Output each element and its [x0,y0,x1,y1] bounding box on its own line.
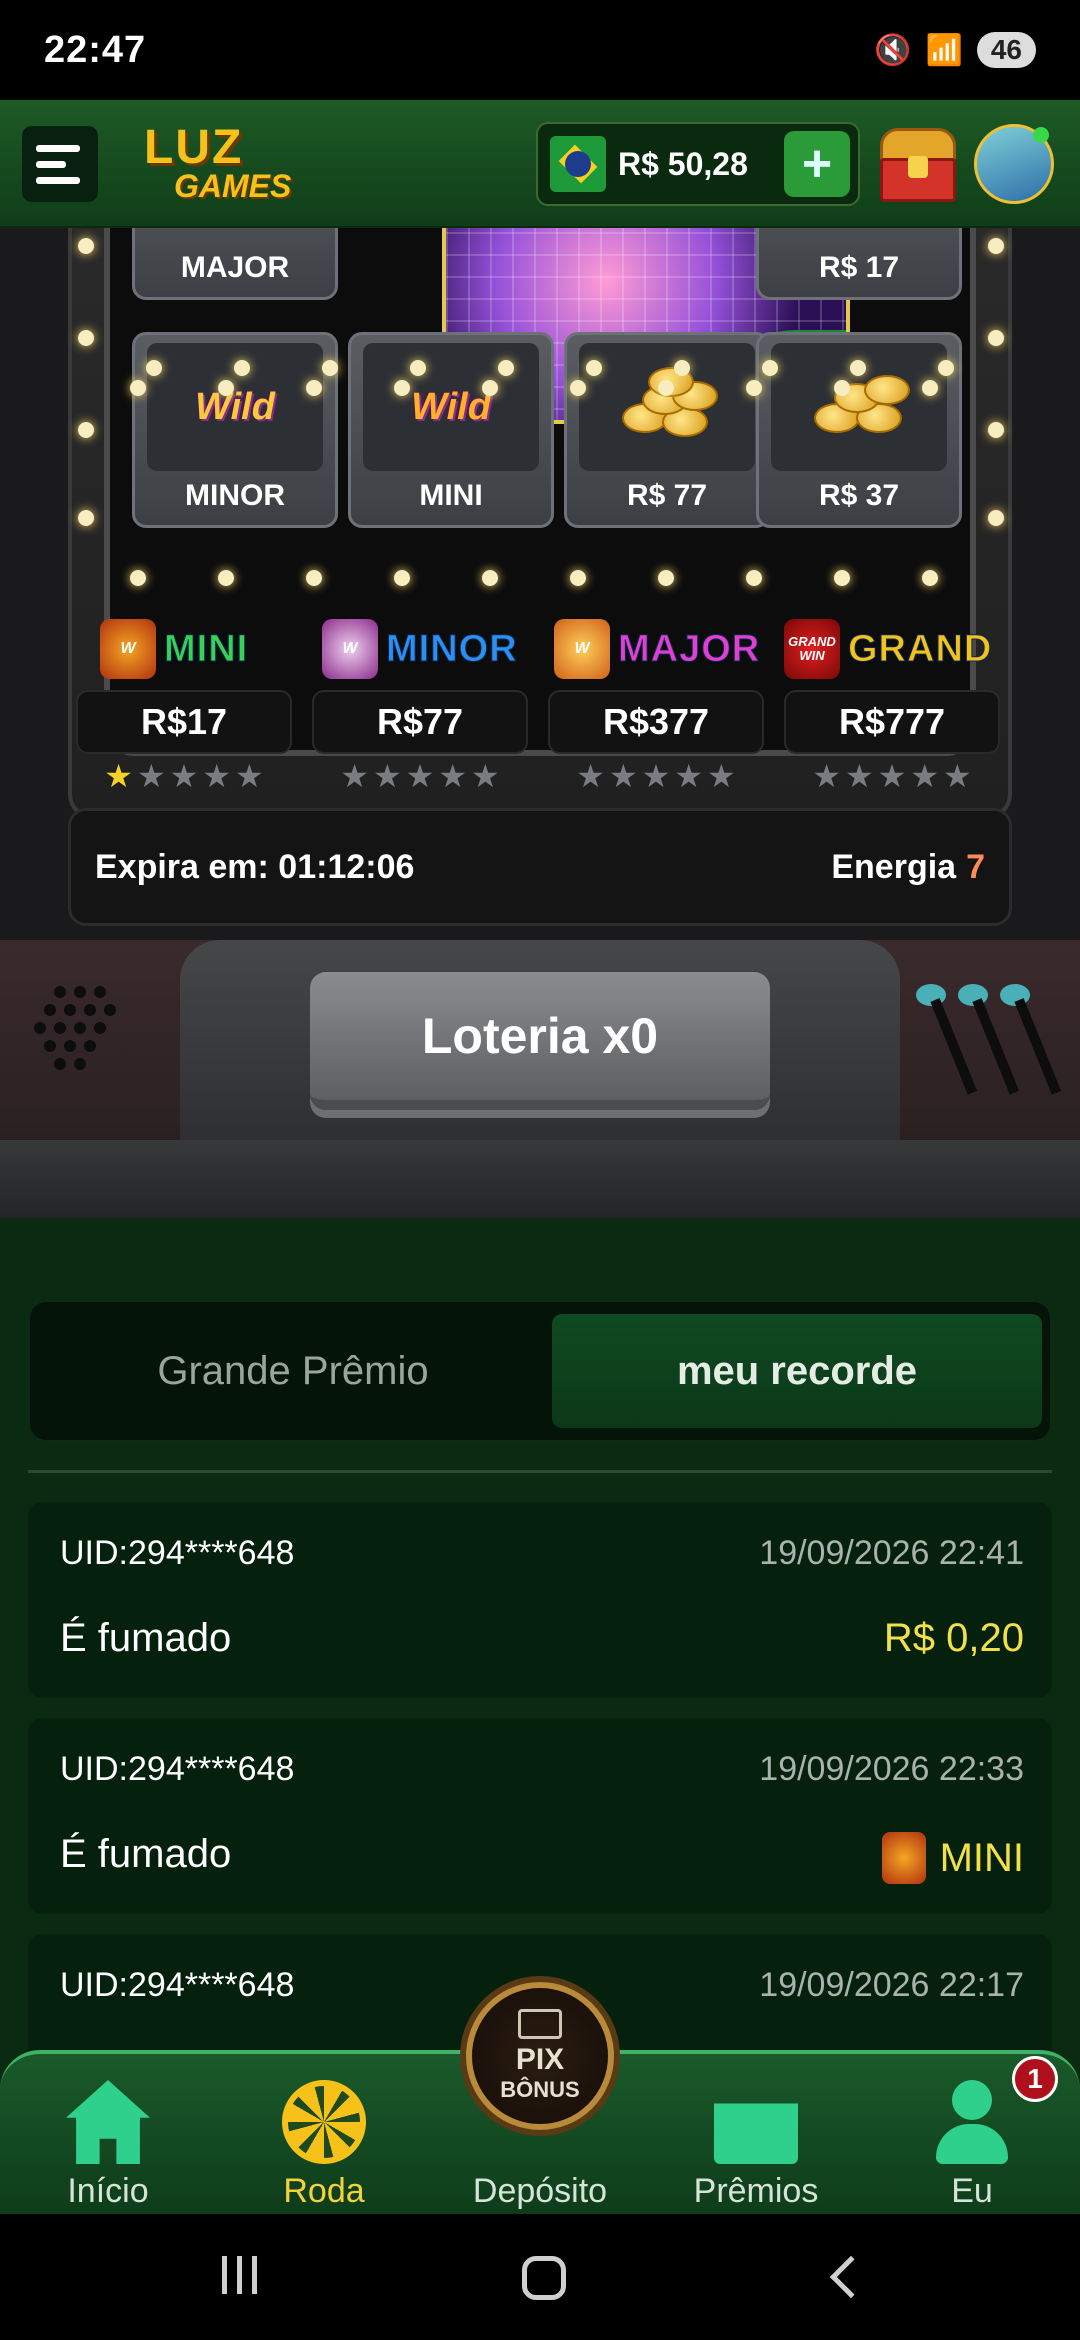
logo-text-top: LUZ [144,121,244,174]
bonus-label: BÔNUS [500,2077,580,2102]
prize-tile-mini: Wild MINI [348,332,554,528]
tile-label: R$ 77 [626,479,708,512]
tile-label: R$ 37 [818,479,900,512]
online-dot [1033,127,1049,143]
record-value: R$ 0,20 [883,1616,1024,1660]
add-funds-button[interactable]: + [784,131,850,197]
record-description: É fumado [60,1832,232,1876]
treasure-chest-icon[interactable] [874,118,962,206]
balance-amount: R$ 50,28 [618,145,748,182]
status-bar: 22:47 🔇 📶 46 [0,0,1080,100]
recents-button[interactable] [222,2256,257,2294]
wheel-icon [282,2080,366,2164]
app-logo[interactable]: LUZ GAMES [140,120,320,210]
pix-icon [518,2009,562,2039]
nav-label: Roda [283,2172,365,2210]
lottery-spin-button[interactable]: Loteria x0 [310,972,770,1110]
tile-label: MINI [419,479,483,512]
record-uid: UID:294****648 [60,1534,295,1572]
gold-coins-icon [579,343,755,471]
list-item: UID:294****648 19/09/2026 22:41 É fumado… [28,1502,1052,1698]
prize-grid: MAJOR R$ 17 Wild MINOR Wild MINI R$ 77 R… [104,228,976,756]
tile-label: MAJOR [180,251,290,284]
records-tabs: Grande Prêmio meu recorde [28,1300,1052,1442]
home-icon [66,2080,150,2164]
wild-dragon-icon: Wild [363,343,539,471]
machine-cabinet: MAJOR R$ 17 Wild MINOR Wild MINI R$ 77 R… [68,228,1012,820]
nav-label: Prêmios [693,2172,819,2210]
battery-indicator: 46 [976,32,1036,68]
back-button[interactable] [829,2255,873,2299]
prize-tile-minor: Wild MINOR [132,332,338,528]
pix-label: PIX [515,2043,565,2076]
dragon-mini-icon [881,1832,926,1884]
tile-label: R$ 17 [818,251,900,284]
nav-roda[interactable]: Roda [224,2074,424,2214]
user-icon [930,2080,1014,2164]
prize-tile-major: MAJOR [132,228,338,300]
wifi-icon: 📶 [925,33,963,67]
home-button[interactable] [522,2256,566,2300]
nav-label: Depósito [472,2172,608,2210]
gift-icon [714,2103,798,2164]
record-date: 19/09/2026 22:41 [759,1534,1024,1572]
mute-icon: 🔇 [874,33,912,67]
record-date: 19/09/2026 22:17 [759,1966,1024,2004]
record-date: 19/09/2026 22:33 [759,1750,1024,1788]
logo-text-bottom: GAMES [174,168,292,204]
record-description: É fumado [60,1616,232,1660]
prize-tile-r17: R$ 17 [756,228,962,300]
clock: 22:47 [44,28,147,71]
pix-bonus-button[interactable]: PIX BÔNUS [466,1982,614,2130]
record-uid: UID:294****648 [60,1750,295,1788]
status-icons: 🔇 📶 46 [874,32,1036,68]
brazil-flag-icon [550,136,606,192]
tab-meu-recorde[interactable]: meu recorde [552,1314,1042,1428]
app-header: LUZ GAMES R$ 50,28 + [0,100,1080,228]
record-value: MINI [881,1832,1024,1884]
tile-label: MINOR [185,479,285,512]
tab-grande-premio[interactable]: Grande Prêmio [48,1314,538,1428]
divider [28,1470,1052,1473]
avatar[interactable] [974,124,1054,204]
system-nav-bar [0,2214,1080,2340]
nav-label: Eu [951,2172,993,2210]
record-uid: UID:294****648 [60,1966,295,2004]
nav-label: Início [67,2172,149,2210]
balance-box[interactable]: R$ 50,28 + [536,122,860,206]
list-item: UID:294****648 19/09/2026 22:33 É fumado… [28,1718,1052,1914]
nav-inicio[interactable]: Início [8,2074,208,2214]
notification-badge: 1 [1012,2056,1058,2102]
menu-button[interactable] [22,126,98,202]
nav-premios[interactable]: Prêmios [656,2074,856,2214]
